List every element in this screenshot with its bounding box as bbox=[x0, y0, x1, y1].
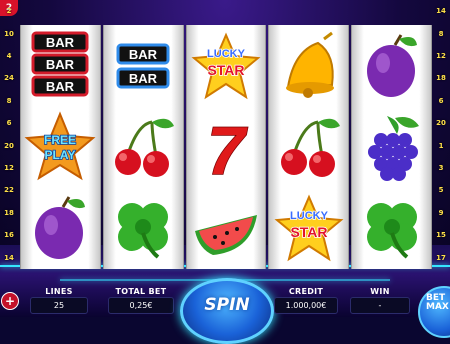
payline-number: 5 bbox=[438, 186, 444, 195]
payline-number: 1 bbox=[438, 141, 444, 150]
symbol-text: 7 bbox=[207, 113, 248, 189]
symbol-text: BAR bbox=[129, 71, 158, 86]
payline-number: 4 bbox=[6, 52, 12, 61]
credit-value: 1.000,00€ bbox=[274, 297, 338, 314]
credit-label: CREDIT bbox=[288, 287, 324, 296]
triple-bar-icon: BAR BAR BAR bbox=[25, 31, 95, 101]
symbol-text: LUCKY bbox=[207, 48, 246, 60]
total-bet-value[interactable]: 0,25€ bbox=[108, 297, 174, 314]
payline-number: 20 bbox=[436, 119, 446, 128]
payline-number: 14 bbox=[436, 7, 446, 16]
reels: BAR BAR BAR FREE PLAY BAR BAR LUCKY STAR 7 LU… bbox=[20, 25, 432, 269]
payline-number: 3 bbox=[438, 164, 444, 173]
payline-number: 6 bbox=[438, 96, 444, 105]
total-bet-panel: TOTAL BET 0,25€ bbox=[108, 287, 174, 314]
payline-number: 9 bbox=[438, 208, 444, 217]
seven-icon: 7 bbox=[191, 112, 261, 190]
lines-panel: LINES 25 bbox=[30, 287, 88, 314]
double-bar-icon: BAR BAR bbox=[108, 31, 178, 101]
cherries-icon bbox=[108, 112, 178, 182]
payline-number: 8 bbox=[438, 29, 444, 38]
total-bet-label: TOTAL BET bbox=[115, 287, 167, 296]
symbol-text: LUCKY bbox=[290, 210, 329, 222]
payline-number: 15 bbox=[436, 231, 446, 240]
lucky-star-icon: LUCKY STAR bbox=[274, 193, 344, 263]
plum-icon bbox=[25, 193, 95, 263]
grapes-icon bbox=[357, 112, 427, 182]
win-label: WIN bbox=[370, 287, 390, 296]
symbol-text: STAR bbox=[207, 62, 244, 78]
payline-number: 12 bbox=[4, 164, 14, 173]
plum-icon bbox=[357, 31, 427, 101]
spin-button[interactable]: SPIN bbox=[180, 278, 274, 344]
payline-number: 8 bbox=[6, 96, 12, 105]
payline-number: 18 bbox=[436, 74, 446, 83]
bell-icon bbox=[274, 31, 344, 101]
payline-number: 6 bbox=[6, 119, 12, 128]
symbol-text: STAR bbox=[290, 224, 327, 240]
credit-panel: CREDIT 1.000,00€ bbox=[274, 287, 338, 314]
help-button[interactable]: + bbox=[1, 292, 19, 310]
reel-2: BAR BAR bbox=[102, 25, 184, 269]
payline-number: 14 bbox=[4, 253, 14, 262]
paylines-left: 2 10 4 24 8 6 20 12 22 18 16 14 bbox=[2, 0, 16, 269]
payline-number: 2 bbox=[6, 7, 12, 16]
spin-label: SPIN bbox=[204, 295, 250, 315]
win-value: - bbox=[350, 297, 410, 314]
lucky-star-icon: LUCKY STAR bbox=[191, 31, 261, 101]
lines-value[interactable]: 25 bbox=[30, 297, 88, 314]
payline-number: 18 bbox=[4, 208, 14, 217]
payline-number: 17 bbox=[436, 253, 446, 262]
payline-number: 22 bbox=[4, 186, 14, 195]
payline-number: 10 bbox=[4, 29, 14, 38]
symbol-text: FREE bbox=[44, 133, 76, 147]
bet-max-label: BET MAX bbox=[426, 293, 449, 312]
reel-3: LUCKY STAR 7 bbox=[185, 25, 267, 269]
payline-number: 12 bbox=[436, 52, 446, 61]
paylines-right: 14 8 12 18 6 20 1 3 5 9 15 17 bbox=[434, 0, 448, 269]
cherries-icon bbox=[274, 112, 344, 182]
watermelon-icon bbox=[191, 193, 261, 263]
symbol-text: BAR bbox=[46, 57, 75, 72]
symbol-text: BAR bbox=[46, 79, 75, 94]
win-panel: WIN - bbox=[350, 287, 410, 314]
clover-icon bbox=[357, 193, 427, 263]
payline-number: 20 bbox=[4, 141, 14, 150]
payline-number: 16 bbox=[4, 231, 14, 240]
clover-icon bbox=[108, 193, 178, 263]
symbol-text: PLAY bbox=[45, 148, 76, 162]
symbol-text: BAR bbox=[129, 47, 158, 62]
reel-4: LUCKY STAR bbox=[268, 25, 350, 269]
reel-5 bbox=[351, 25, 432, 269]
free-play-star-icon: FREE PLAY bbox=[24, 111, 96, 182]
lines-label: LINES bbox=[45, 287, 73, 296]
payline-number: 24 bbox=[4, 74, 14, 83]
symbol-text: BAR bbox=[46, 35, 75, 50]
reel-1: BAR BAR BAR FREE PLAY bbox=[20, 25, 101, 269]
